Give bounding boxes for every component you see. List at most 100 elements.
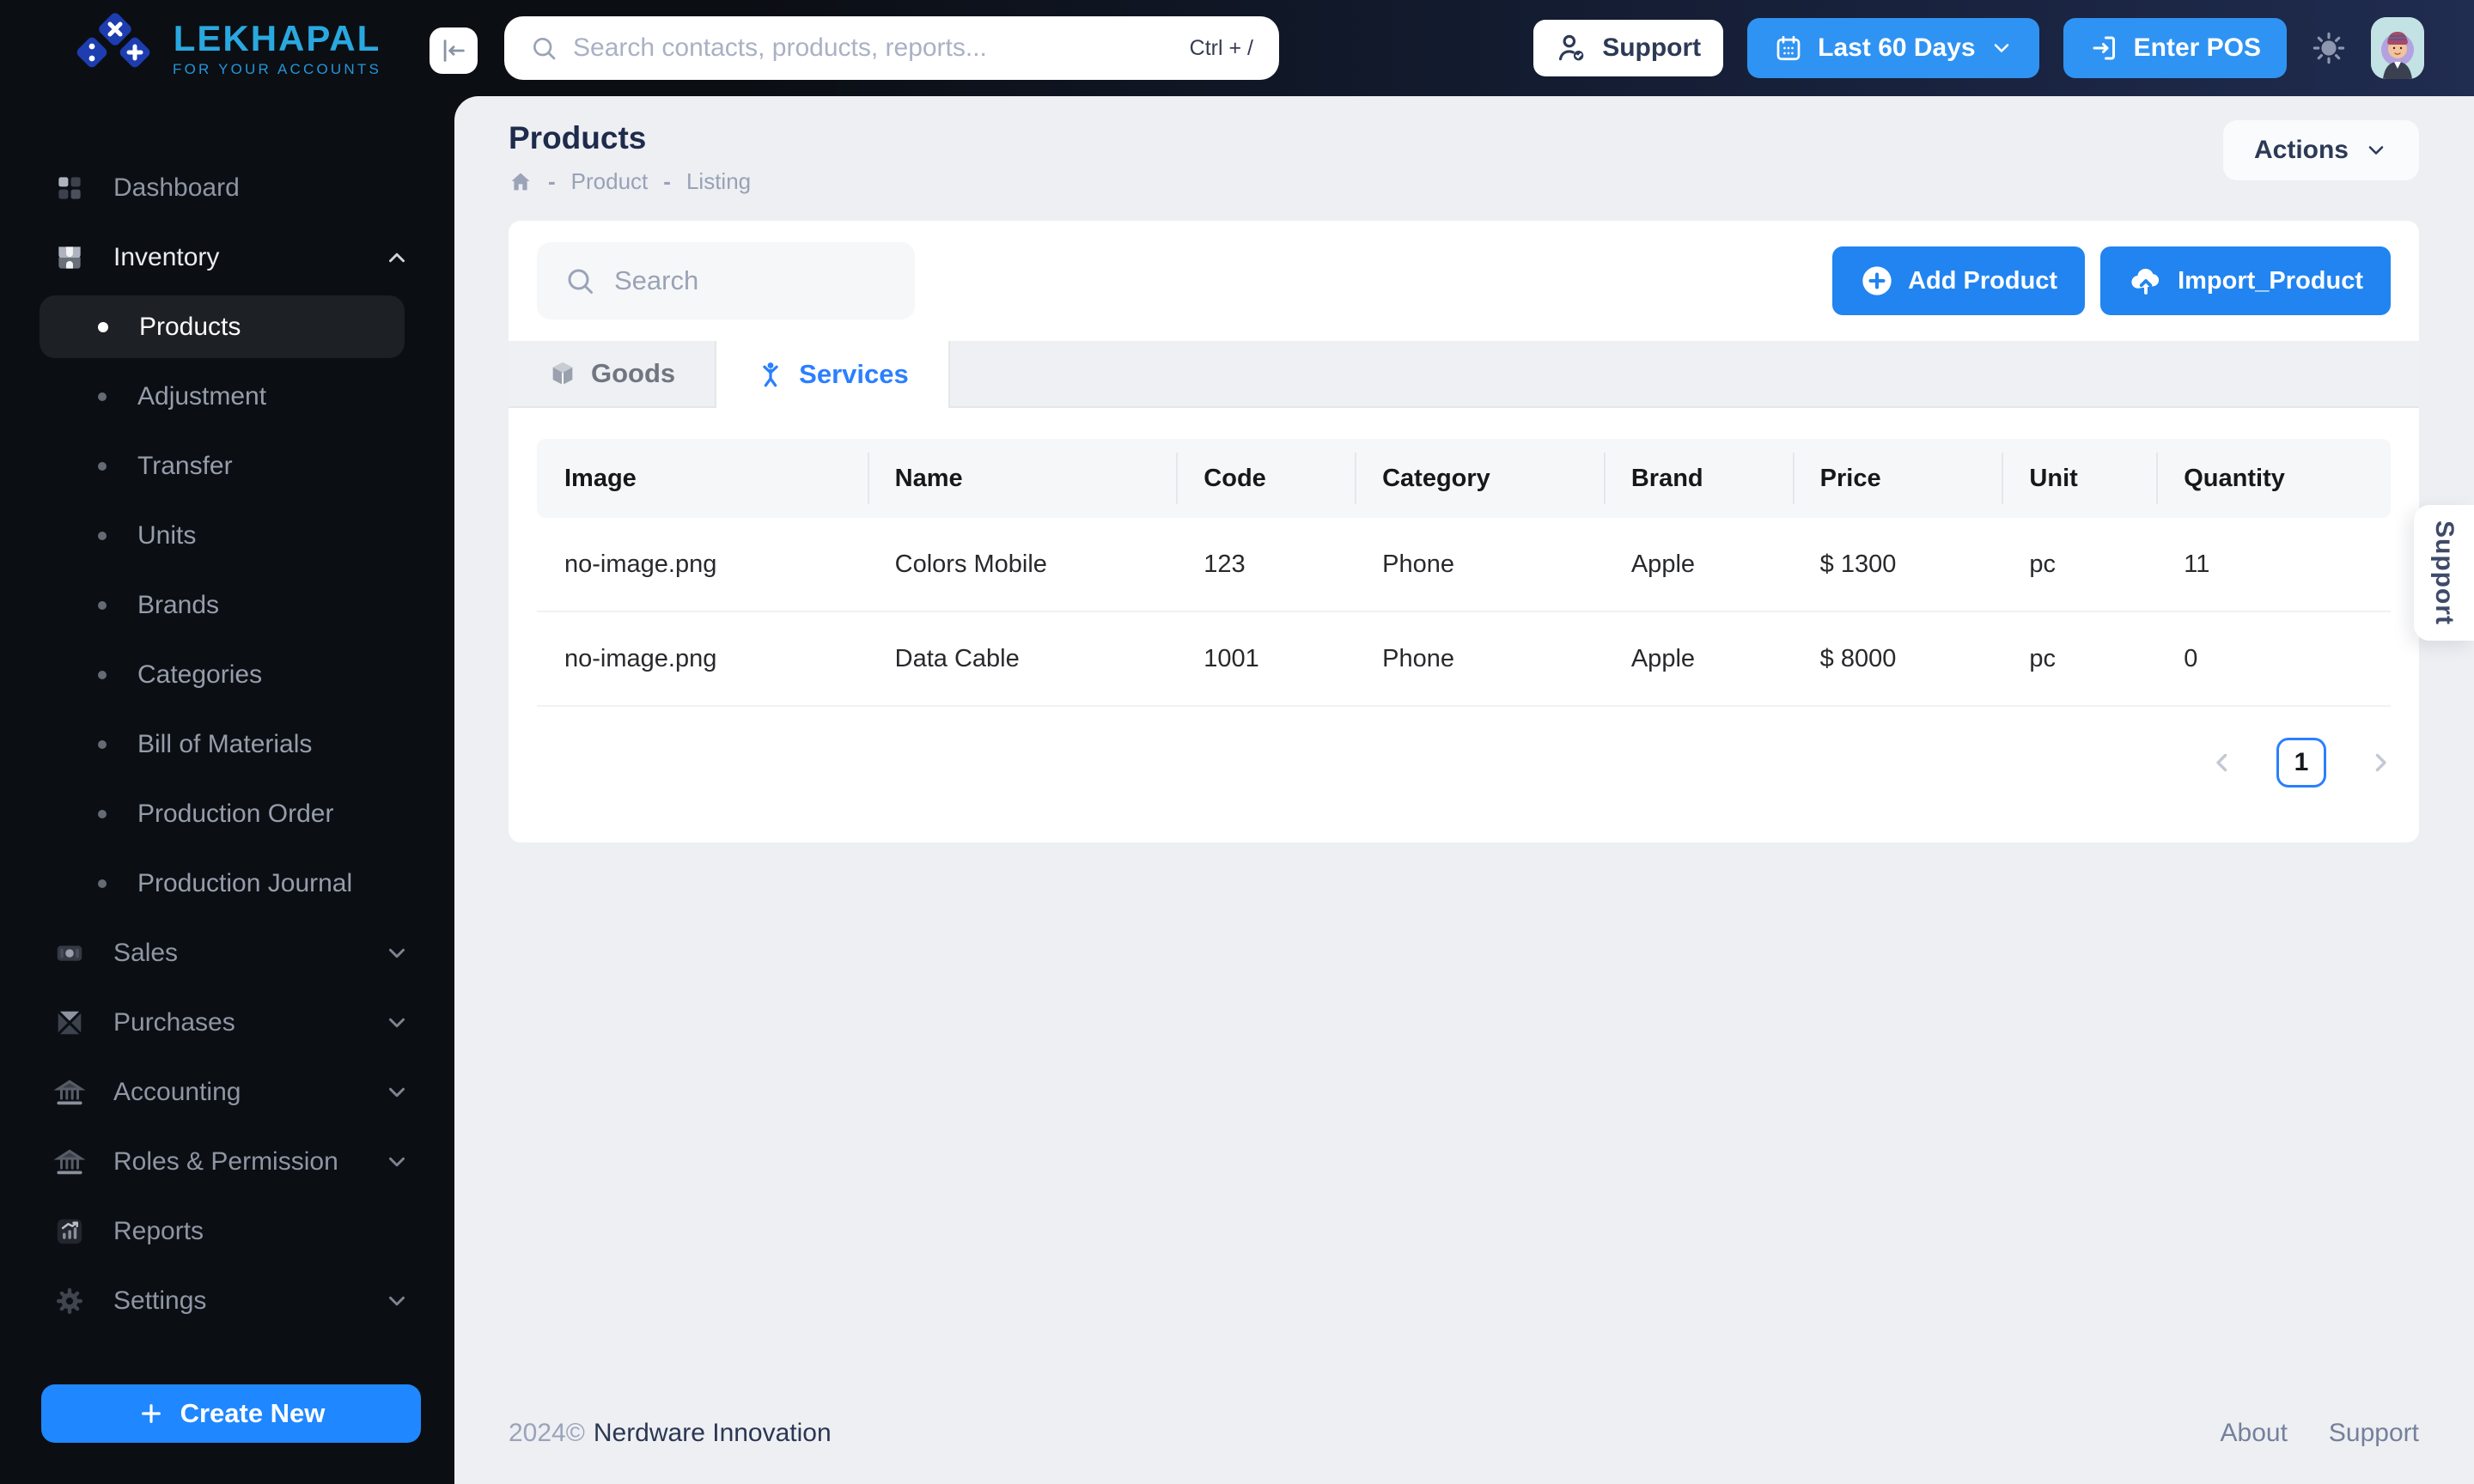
product-search-input[interactable] xyxy=(614,265,957,296)
plus-icon xyxy=(141,1404,161,1423)
sidebar-subitem-production-order[interactable]: Production Order xyxy=(0,779,454,848)
search-shortcut-hint: Ctrl + / xyxy=(1189,35,1253,60)
sidebar-subitem-label: Transfer xyxy=(137,451,233,480)
sidebar-subitem-label: Bill of Materials xyxy=(137,729,313,758)
chevron-up-icon xyxy=(389,252,405,262)
user-check-icon xyxy=(1559,34,1584,61)
enter-pos-button[interactable]: Enter POS xyxy=(2063,18,2287,78)
pagination-next-button[interactable] xyxy=(2366,748,2395,777)
search-icon xyxy=(568,269,593,294)
sidebar-item-inventory[interactable]: Inventory xyxy=(0,222,454,292)
search-icon xyxy=(533,38,556,60)
theme-toggle-button[interactable] xyxy=(2311,30,2347,66)
sidebar-item-roles-permission[interactable]: Roles & Permission xyxy=(0,1127,454,1196)
tab-goods[interactable]: Goods xyxy=(509,341,717,406)
bank-icon xyxy=(53,1149,86,1174)
chevron-down-icon xyxy=(389,1018,405,1027)
footer-link-about[interactable]: About xyxy=(2221,1419,2288,1448)
sidebar-item-sales[interactable]: Sales xyxy=(0,918,454,988)
pagination-page-1[interactable]: 1 xyxy=(2276,738,2326,788)
footer-link-support[interactable]: Support xyxy=(2329,1419,2419,1448)
cell-name: Data Cable xyxy=(894,644,1020,672)
column-header-code: Code xyxy=(1176,439,1355,518)
table-row[interactable]: no-image.png Colors Mobile 123 Phone App… xyxy=(537,518,2391,612)
cloud-upload-icon xyxy=(2131,268,2160,295)
import-product-label: Import_Product xyxy=(2178,266,2363,295)
sidebar-item-label: Accounting xyxy=(113,1077,241,1106)
add-product-label: Add Product xyxy=(1908,266,2058,295)
tab-services[interactable]: Services xyxy=(716,341,950,408)
sidebar-collapse-button[interactable] xyxy=(430,27,478,74)
sidebar: Dashboard Inventory Products Adjustment … xyxy=(0,96,454,1484)
sidebar-item-label: Purchases xyxy=(113,1007,235,1037)
bullet-icon xyxy=(98,739,107,749)
home-icon[interactable] xyxy=(509,170,533,194)
chevron-down-icon xyxy=(389,1087,405,1097)
bullet-icon xyxy=(98,879,107,888)
create-new-label: Create New xyxy=(180,1398,326,1428)
chevron-down-icon xyxy=(1994,44,2008,52)
create-new-button[interactable]: Create New xyxy=(41,1384,421,1443)
storefront-icon xyxy=(58,246,81,269)
import-product-button[interactable]: Import_Product xyxy=(2100,246,2391,315)
column-header-price: Price xyxy=(1792,439,2002,518)
sidebar-item-reports[interactable]: Reports xyxy=(0,1196,454,1266)
actions-label: Actions xyxy=(2253,136,2349,164)
cell-brand: Apple xyxy=(1630,550,1696,578)
date-range-button[interactable]: Last 60 Days xyxy=(1747,18,2039,78)
sidebar-item-label: Sales xyxy=(113,938,179,967)
global-search: Ctrl + / xyxy=(504,16,1279,80)
sidebar-item-label: Roles & Permission xyxy=(113,1146,338,1176)
bullet-icon xyxy=(98,600,107,610)
column-header-category: Category xyxy=(1355,439,1604,518)
enter-pos-label: Enter POS xyxy=(2133,33,2261,62)
cell-quantity: 0 xyxy=(2184,644,2198,672)
sidebar-subitem-label: Products xyxy=(139,312,241,341)
sidebar-subitem-brands[interactable]: Brands xyxy=(0,570,454,640)
cell-unit: pc xyxy=(2029,550,2057,578)
global-search-input[interactable] xyxy=(573,33,1174,63)
sidebar-subitem-adjustment[interactable]: Adjustment xyxy=(0,362,454,431)
support-button[interactable]: Support xyxy=(1533,20,1724,76)
chevron-right-icon xyxy=(2375,753,2386,772)
sidebar-item-settings[interactable]: Settings xyxy=(0,1266,454,1335)
chevron-down-icon xyxy=(389,1157,405,1166)
sidebar-subitem-bill-of-materials[interactable]: Bill of Materials xyxy=(0,709,454,779)
support-side-tab[interactable]: Support xyxy=(2414,505,2474,641)
pagination-prev-button[interactable] xyxy=(2208,748,2237,777)
bullet-icon xyxy=(98,670,107,679)
column-header-unit: Unit xyxy=(2002,439,2156,518)
sidebar-item-purchases[interactable]: Purchases xyxy=(0,988,454,1057)
user-avatar[interactable] xyxy=(2371,17,2424,79)
breadcrumb-item-listing[interactable]: Listing xyxy=(686,168,751,195)
actions-button[interactable]: Actions xyxy=(2222,120,2419,180)
cell-name: Colors Mobile xyxy=(894,550,1047,578)
sidebar-item-label: Inventory xyxy=(113,242,220,271)
sidebar-subitem-products[interactable]: Products xyxy=(40,295,405,358)
sidebar-subitem-units[interactable]: Units xyxy=(0,501,454,570)
products-table: Image Name Code Category Brand Price Uni… xyxy=(509,408,2419,707)
cell-code: 123 xyxy=(1203,550,1246,578)
add-product-button[interactable]: Add Product xyxy=(1832,246,2086,315)
sidebar-subitem-label: Categories xyxy=(137,660,263,689)
tab-goods-label: Goods xyxy=(591,358,676,388)
page-title: Products xyxy=(509,120,647,155)
dashboard-grid-icon xyxy=(58,176,81,199)
bullet-icon xyxy=(98,392,107,401)
breadcrumb: - Product - Listing xyxy=(509,168,751,195)
logo-diamonds-icon xyxy=(76,13,150,68)
banknote-icon xyxy=(57,945,82,961)
sidebar-subitem-categories[interactable]: Categories xyxy=(0,640,454,709)
column-header-brand: Brand xyxy=(1603,439,1793,518)
table-header-row: Image Name Code Category Brand Price Uni… xyxy=(537,439,2391,518)
breadcrumb-item-product[interactable]: Product xyxy=(571,168,649,195)
sidebar-subitem-production-journal[interactable]: Production Journal xyxy=(0,848,454,918)
sidebar-item-dashboard[interactable]: Dashboard xyxy=(0,153,454,222)
breadcrumb-separator: - xyxy=(548,168,556,194)
cell-category: Phone xyxy=(1382,550,1454,578)
sidebar-subitem-transfer[interactable]: Transfer xyxy=(0,431,454,501)
date-range-label: Last 60 Days xyxy=(1818,33,1976,62)
sidebar-item-accounting[interactable]: Accounting xyxy=(0,1057,454,1127)
table-row[interactable]: no-image.png Data Cable 1001 Phone Apple… xyxy=(537,612,2391,707)
sidebar-subitem-label: Production Order xyxy=(137,799,334,828)
